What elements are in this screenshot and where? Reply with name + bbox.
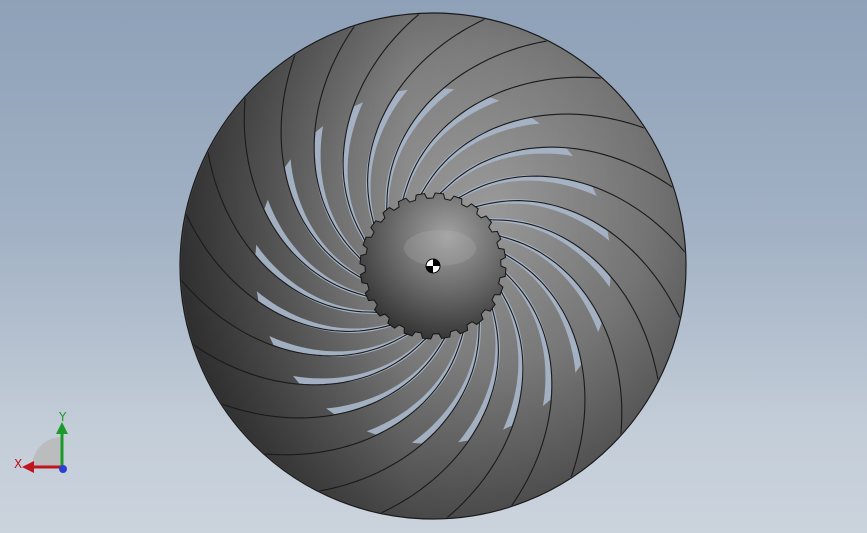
x-axis-label: X [14, 457, 22, 471]
graphics-viewport[interactable]: Y X [0, 0, 867, 533]
z-axis-icon [59, 465, 67, 473]
origin-marker-icon [425, 258, 441, 274]
hub-highlight [404, 230, 476, 266]
axis-triad: Y X [14, 410, 68, 473]
triad-quadrant [32, 437, 62, 467]
x-arrow-icon [22, 461, 34, 473]
y-axis-label: Y [58, 410, 67, 424]
impeller-model[interactable] [0, 0, 867, 533]
